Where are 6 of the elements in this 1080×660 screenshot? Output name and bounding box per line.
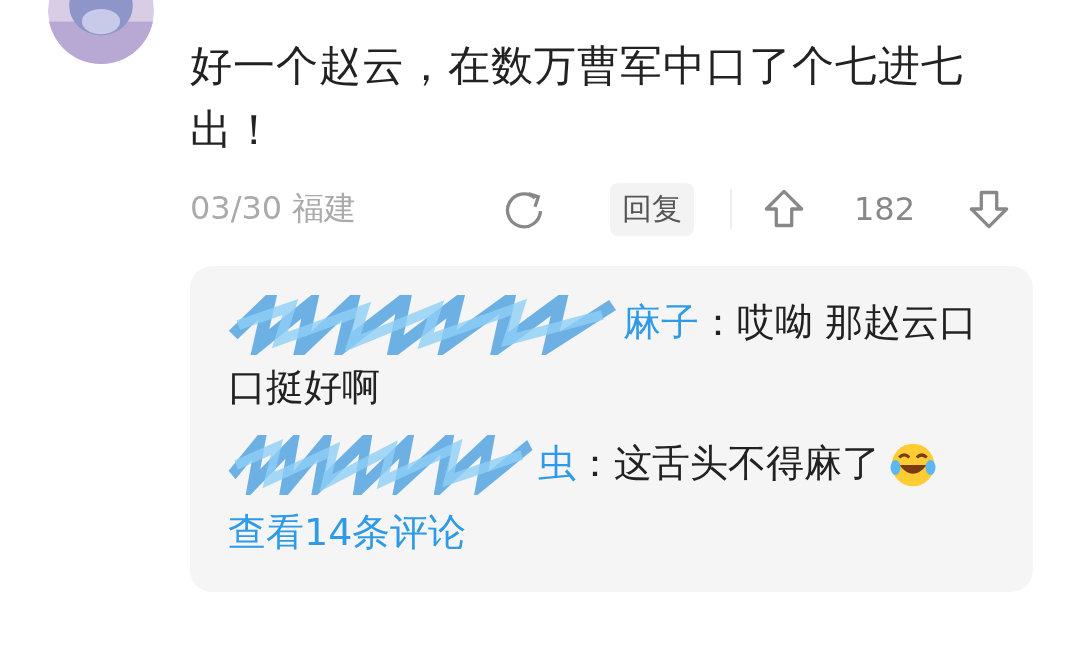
reply-text: 虫：这舌头不得麻了: [538, 440, 880, 485]
comment-date: 03/30 福建: [190, 188, 358, 229]
reply-text: 麻子：哎呦 那赵云口口挺好啊: [228, 300, 978, 409]
comment-text: 好一个赵云，在数万曹军中口了个七进七出！: [190, 40, 965, 156]
reply-button[interactable]: 回复: [610, 182, 694, 236]
like-count: 182: [854, 190, 916, 228]
